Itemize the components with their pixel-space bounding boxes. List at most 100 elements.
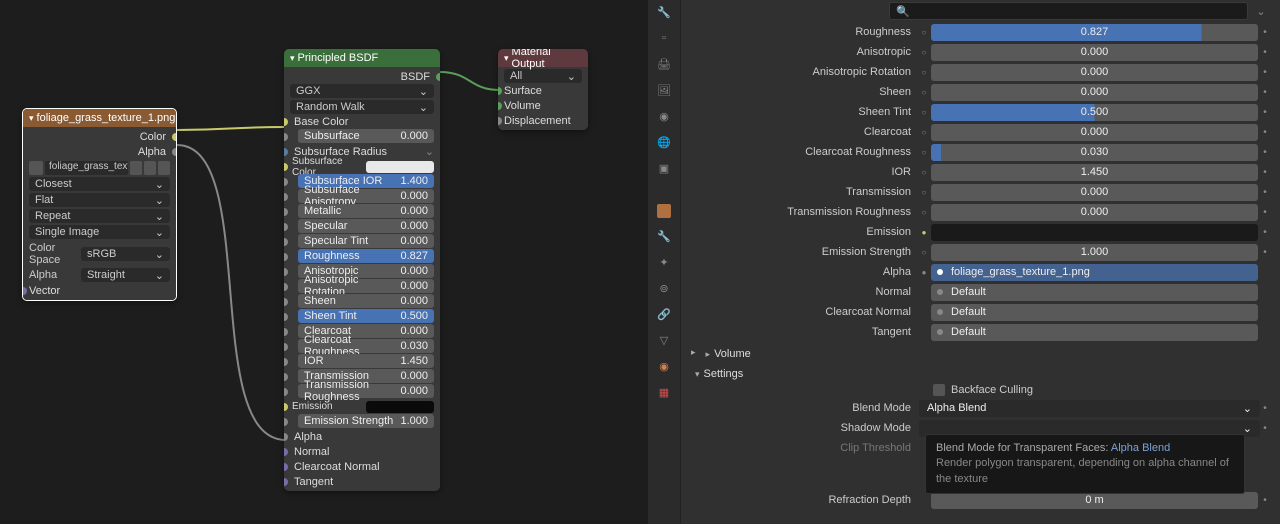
- bsdf-slider[interactable]: Specular0.000: [298, 219, 434, 233]
- scene-icon[interactable]: ◉: [656, 108, 672, 124]
- expand-icon[interactable]: ▸: [689, 347, 696, 358]
- search-input[interactable]: 🔍: [889, 2, 1248, 20]
- node-principled-bsdf[interactable]: ▾ Principled BSDF BSDF GGX⌄ Random Walk⌄…: [284, 49, 440, 491]
- colorspace-dropdown[interactable]: sRGB⌄: [81, 247, 170, 261]
- collection-icon[interactable]: ▣: [656, 160, 672, 176]
- backface-culling-row[interactable]: Backface Culling: [689, 382, 1270, 398]
- render-icon[interactable]: ▫: [656, 30, 672, 46]
- particles-icon[interactable]: ✦: [656, 254, 672, 270]
- socket-dot[interactable]: ○: [919, 208, 929, 217]
- emission-strength-field[interactable]: 1.000: [931, 244, 1258, 261]
- clearcoat-normal-field[interactable]: Default: [931, 304, 1258, 321]
- prop-menu-icon[interactable]: •: [1260, 147, 1270, 158]
- socket-dot[interactable]: ○: [919, 68, 929, 77]
- emission-color[interactable]: [931, 224, 1258, 241]
- socket-dot[interactable]: ○: [919, 128, 929, 137]
- collapse-icon[interactable]: ▾: [29, 113, 34, 124]
- socket-dot[interactable]: ○: [919, 88, 929, 97]
- socket-dot[interactable]: ○: [919, 248, 929, 257]
- bsdf-slider[interactable]: Transmission Roughness0.000: [298, 384, 434, 398]
- bsdf-slider[interactable]: Emission Strength1.000: [298, 414, 434, 428]
- collapse-icon[interactable]: ▾: [504, 53, 509, 64]
- material-properties[interactable]: 🔍 ⌄ Roughness ○ 0.827 •Anisotropic ○ 0.0…: [681, 0, 1280, 524]
- prop-slider[interactable]: 0.000: [931, 64, 1258, 81]
- data-icon[interactable]: ▽: [656, 332, 672, 348]
- bsdf-slider[interactable]: Subsurface Anisotropy0.000: [298, 189, 434, 203]
- color-swatch[interactable]: [366, 161, 434, 173]
- prop-slider[interactable]: 0.030: [931, 144, 1258, 161]
- world-icon[interactable]: 🌐: [656, 134, 672, 150]
- projection-dropdown[interactable]: Flat⌄: [29, 193, 170, 207]
- image-btn2[interactable]: [144, 161, 156, 175]
- checkbox-icon[interactable]: [933, 384, 945, 396]
- prop-slider[interactable]: 0.000: [931, 44, 1258, 61]
- tool-icon[interactable]: 🔧: [656, 4, 672, 20]
- prop-menu-icon[interactable]: •: [1260, 107, 1270, 118]
- target-dropdown[interactable]: All⌄: [504, 69, 582, 83]
- tangent-field[interactable]: Default: [931, 324, 1258, 341]
- socket-dot[interactable]: ○: [919, 148, 929, 157]
- node-image-texture[interactable]: ▾ foliage_grass_texture_1.png Color Alph…: [22, 108, 177, 301]
- physics-icon[interactable]: ⊚: [656, 280, 672, 296]
- image-btn1[interactable]: [130, 161, 142, 175]
- texture-icon[interactable]: ▦: [656, 384, 672, 400]
- sss-method-dropdown[interactable]: Random Walk⌄: [290, 100, 434, 114]
- prop-menu-icon[interactable]: •: [1260, 227, 1270, 238]
- prop-menu-icon[interactable]: •: [1260, 27, 1270, 38]
- prop-menu-icon[interactable]: •: [1260, 207, 1270, 218]
- refraction-depth-field[interactable]: 0 m: [931, 492, 1258, 509]
- prop-menu-icon[interactable]: •: [1260, 423, 1270, 434]
- socket-dot[interactable]: ●: [919, 268, 929, 277]
- collapse-icon[interactable]: ▾: [290, 53, 295, 64]
- bsdf-slider[interactable]: Roughness0.827: [298, 249, 434, 263]
- socket-dot[interactable]: ○: [919, 28, 929, 37]
- normal-field[interactable]: Default: [931, 284, 1258, 301]
- prop-menu-icon[interactable]: •: [1260, 167, 1270, 178]
- node-editor[interactable]: ▾ foliage_grass_texture_1.png Color Alph…: [0, 0, 648, 524]
- source-dropdown[interactable]: Single Image⌄: [29, 225, 170, 239]
- socket-dot[interactable]: ●: [919, 228, 929, 237]
- distribution-dropdown[interactable]: GGX⌄: [290, 84, 434, 98]
- prop-menu-icon[interactable]: •: [1260, 67, 1270, 78]
- bsdf-slider[interactable]: Specular Tint0.000: [298, 234, 434, 248]
- prop-slider[interactable]: 0.000: [931, 204, 1258, 221]
- bsdf-slider[interactable]: Sheen Tint0.500: [298, 309, 434, 323]
- node-header[interactable]: ▾ foliage_grass_texture_1.png: [23, 109, 176, 127]
- object-icon[interactable]: [657, 204, 671, 218]
- bsdf-slider[interactable]: Anisotropic Rotation0.000: [298, 279, 434, 293]
- image-name[interactable]: foliage_grass_text...: [45, 161, 128, 175]
- prop-menu-icon[interactable]: •: [1260, 187, 1270, 198]
- bsdf-slider[interactable]: Metallic0.000: [298, 204, 434, 218]
- extension-dropdown[interactable]: Repeat⌄: [29, 209, 170, 223]
- interpolation-dropdown[interactable]: Closest⌄: [29, 177, 170, 191]
- prop-slider[interactable]: 1.450: [931, 164, 1258, 181]
- prop-menu-icon[interactable]: •: [1260, 247, 1270, 258]
- bsdf-slider[interactable]: Clearcoat Roughness0.030: [298, 339, 434, 353]
- output-icon[interactable]: 🖨: [656, 56, 672, 72]
- prop-menu-icon[interactable]: •: [1260, 403, 1270, 414]
- prop-slider[interactable]: 0.000: [931, 124, 1258, 141]
- options-icon[interactable]: ⌄: [1252, 5, 1270, 18]
- material-icon[interactable]: ◉: [656, 358, 672, 374]
- socket-dot[interactable]: ○: [919, 188, 929, 197]
- socket-dot[interactable]: ○: [919, 168, 929, 177]
- color-swatch[interactable]: [366, 401, 434, 413]
- prop-menu-icon[interactable]: •: [1260, 87, 1270, 98]
- socket-dot[interactable]: ○: [919, 108, 929, 117]
- node-header[interactable]: ▾ Material Output: [498, 49, 588, 67]
- prop-menu-icon[interactable]: •: [1260, 47, 1270, 58]
- bsdf-slider[interactable]: Subsurface0.000: [298, 129, 434, 143]
- constraint-icon[interactable]: 🔗: [656, 306, 672, 322]
- alpha-link-field[interactable]: foliage_grass_texture_1.png: [931, 264, 1258, 281]
- alpha-mode-dropdown[interactable]: Straight⌄: [81, 268, 170, 282]
- image-selector[interactable]: foliage_grass_text...: [23, 159, 176, 177]
- prop-menu-icon[interactable]: •: [1260, 495, 1270, 506]
- prop-slider[interactable]: 0.000: [931, 184, 1258, 201]
- node-material-output[interactable]: ▾ Material Output All⌄ Surface Volume Di…: [498, 49, 588, 130]
- blend-mode-dropdown[interactable]: Alpha Blend⌄: [919, 400, 1260, 417]
- modifier-icon[interactable]: 🔧: [656, 228, 672, 244]
- prop-slider[interactable]: 0.000: [931, 84, 1258, 101]
- viewlayer-icon[interactable]: 🖼: [656, 82, 672, 98]
- bsdf-slider[interactable]: IOR1.450: [298, 354, 434, 368]
- prop-slider[interactable]: 0.500: [931, 104, 1258, 121]
